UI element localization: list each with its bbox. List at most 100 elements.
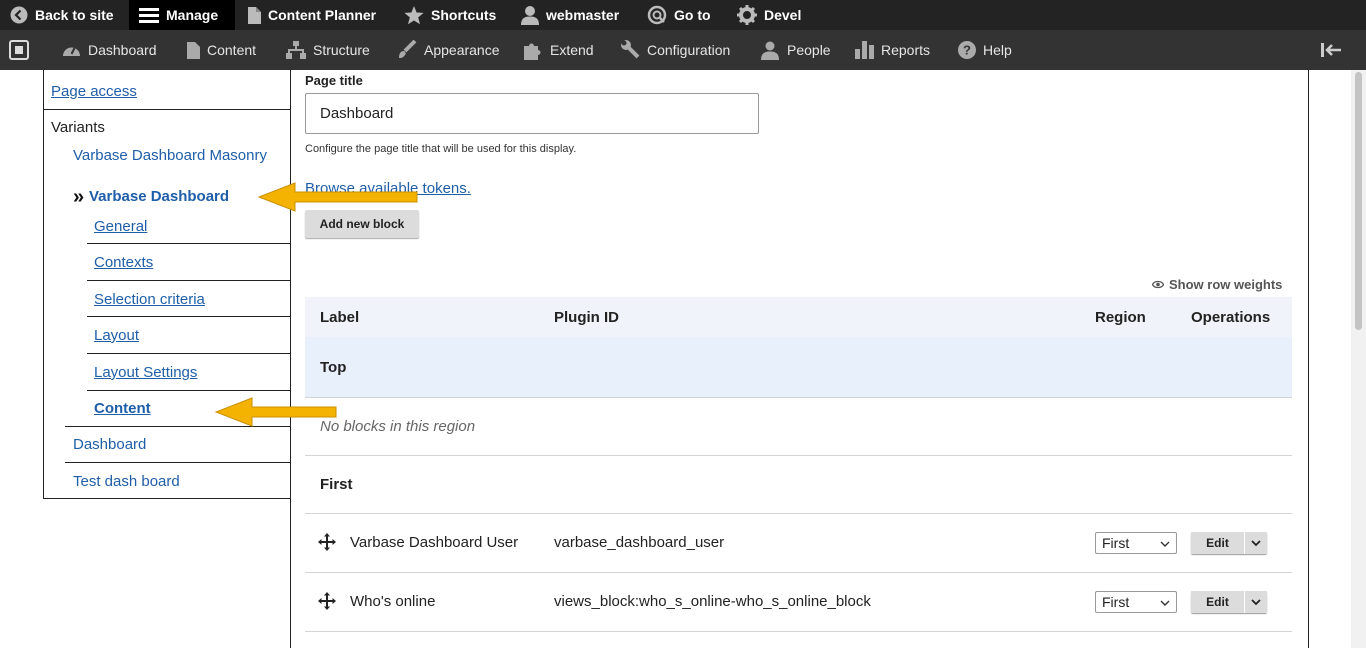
region-select-value: First	[1102, 535, 1130, 551]
subnav-general[interactable]: General	[94, 218, 147, 235]
tray-people[interactable]: People	[760, 30, 831, 70]
row-plugin-id: views_block:who_s_online-who_s_online_bl…	[554, 593, 871, 610]
wrench-icon	[620, 40, 640, 60]
no-blocks-message: No blocks in this region	[320, 418, 476, 435]
subnav-layout-settings[interactable]: Layout Settings	[94, 364, 197, 381]
add-new-block-button[interactable]: Add new block	[305, 210, 419, 238]
row-plugin-id: varbase_dashboard_user	[554, 534, 725, 551]
variant-active-link[interactable]: Varbase Dashboard	[89, 188, 229, 205]
chevron-down-icon	[1251, 540, 1261, 547]
header-label: Label	[320, 308, 360, 326]
subnav-layout[interactable]: Layout	[94, 327, 139, 344]
chevron-down-icon	[1160, 537, 1170, 553]
operations-group: Edit	[1191, 591, 1267, 613]
divider	[87, 280, 290, 281]
variant-masonry-link[interactable]: Varbase Dashboard Masonry	[73, 147, 267, 164]
tray-dashboard[interactable]: Dashboard	[62, 30, 157, 70]
divider	[87, 243, 290, 244]
back-arrow-icon	[10, 6, 28, 24]
edit-button[interactable]: Edit	[1191, 532, 1244, 554]
region-select[interactable]: First	[1095, 532, 1177, 554]
user-icon	[521, 5, 539, 25]
header-plugin-id: Plugin ID	[554, 308, 619, 326]
dashboard-icon	[62, 42, 81, 58]
variant-dashboard-link[interactable]: Dashboard	[73, 436, 146, 453]
region-select-value: First	[1102, 594, 1130, 610]
manage-tab[interactable]: Manage	[129, 0, 235, 30]
divider	[65, 462, 290, 463]
people-icon	[760, 41, 780, 60]
operations-dropdown-toggle[interactable]	[1245, 532, 1267, 554]
tray-orientation-toggle[interactable]	[1321, 30, 1348, 70]
region-first-title: First	[320, 476, 353, 493]
goto-label: Go to	[674, 7, 711, 23]
tray-appearance-label: Appearance	[424, 42, 500, 58]
page-title-label: Page title	[305, 73, 363, 88]
tray-configuration[interactable]: Configuration	[620, 30, 730, 70]
gear-icon	[737, 5, 757, 25]
subnav-selection-criteria[interactable]: Selection criteria	[94, 291, 205, 308]
divider	[87, 353, 290, 354]
eye-icon	[1152, 280, 1164, 289]
operations-dropdown-toggle[interactable]	[1245, 591, 1267, 613]
star-icon	[404, 5, 424, 25]
back-to-site-link[interactable]: Back to site	[10, 0, 114, 30]
devel-tab[interactable]: Devel	[737, 0, 801, 30]
chevron-down-icon	[1251, 599, 1261, 606]
page-access-link[interactable]: Page access	[51, 83, 137, 100]
divider	[87, 316, 290, 317]
active-variant-marker: »	[73, 186, 85, 208]
tray-people-label: People	[787, 42, 831, 58]
brush-icon	[397, 40, 417, 60]
annotation-arrow-icon	[257, 182, 418, 212]
tray-structure[interactable]: Structure	[286, 30, 370, 70]
user-tab[interactable]: webmaster	[521, 0, 619, 30]
table-row: Varbase Dashboard User varbase_dashboard…	[305, 514, 1292, 573]
tray-reports-label: Reports	[881, 42, 931, 58]
tray-extend-label: Extend	[550, 42, 594, 58]
region-select[interactable]: First	[1095, 591, 1177, 613]
divider	[87, 390, 290, 391]
shortcuts-label: Shortcuts	[431, 7, 497, 23]
page-scrollbar[interactable]	[1351, 70, 1366, 648]
show-row-weights-toggle[interactable]: Show row weights	[1152, 277, 1282, 292]
tray-reports[interactable]: Reports	[855, 30, 930, 70]
chevron-down-icon	[1160, 596, 1170, 612]
header-operations: Operations	[1191, 308, 1271, 326]
tray-appearance[interactable]: Appearance	[397, 30, 500, 70]
hamburger-icon	[139, 7, 159, 23]
subnav-content[interactable]: Content	[94, 400, 151, 417]
content-planner-tab[interactable]: Content Planner	[247, 0, 376, 30]
drag-handle-icon[interactable]	[318, 592, 336, 615]
goto-icon	[647, 5, 667, 25]
admin-tray: Dashboard Content Structure Appearance E…	[0, 30, 1366, 70]
edit-button[interactable]: Edit	[1191, 591, 1244, 613]
structure-icon	[286, 41, 306, 59]
empty-region-row: No blocks in this region	[305, 398, 1292, 456]
drag-handle-icon[interactable]	[318, 533, 336, 556]
manage-label: Manage	[166, 7, 219, 23]
scrollbar-thumb[interactable]	[1355, 72, 1362, 330]
region-row-top: Top	[305, 337, 1292, 398]
tray-content-label: Content	[207, 42, 257, 58]
tray-toggle-button[interactable]	[9, 30, 36, 70]
help-icon: ?	[958, 41, 976, 59]
user-label: webmaster	[546, 7, 620, 23]
header-region: Region	[1095, 308, 1146, 326]
tray-help-label: Help	[983, 42, 1012, 58]
collapse-left-icon	[1321, 43, 1341, 57]
content-icon	[187, 41, 200, 59]
subnav-contexts[interactable]: Contexts	[94, 254, 153, 271]
region-row-first: First	[305, 456, 1292, 514]
page-title-input[interactable]	[305, 93, 759, 134]
tray-extend[interactable]: Extend	[524, 30, 594, 70]
page-title-help: Configure the page title that will be us…	[305, 143, 577, 155]
tray-help[interactable]: ? Help	[958, 30, 1012, 70]
tray-dashboard-label: Dashboard	[88, 42, 157, 58]
tray-configuration-label: Configuration	[647, 42, 731, 58]
variant-test-link[interactable]: Test dash board	[73, 473, 180, 490]
goto-tab[interactable]: Go to	[647, 0, 711, 30]
operations-group: Edit	[1191, 532, 1267, 554]
shortcuts-tab[interactable]: Shortcuts	[404, 0, 496, 30]
tray-content[interactable]: Content	[187, 30, 256, 70]
